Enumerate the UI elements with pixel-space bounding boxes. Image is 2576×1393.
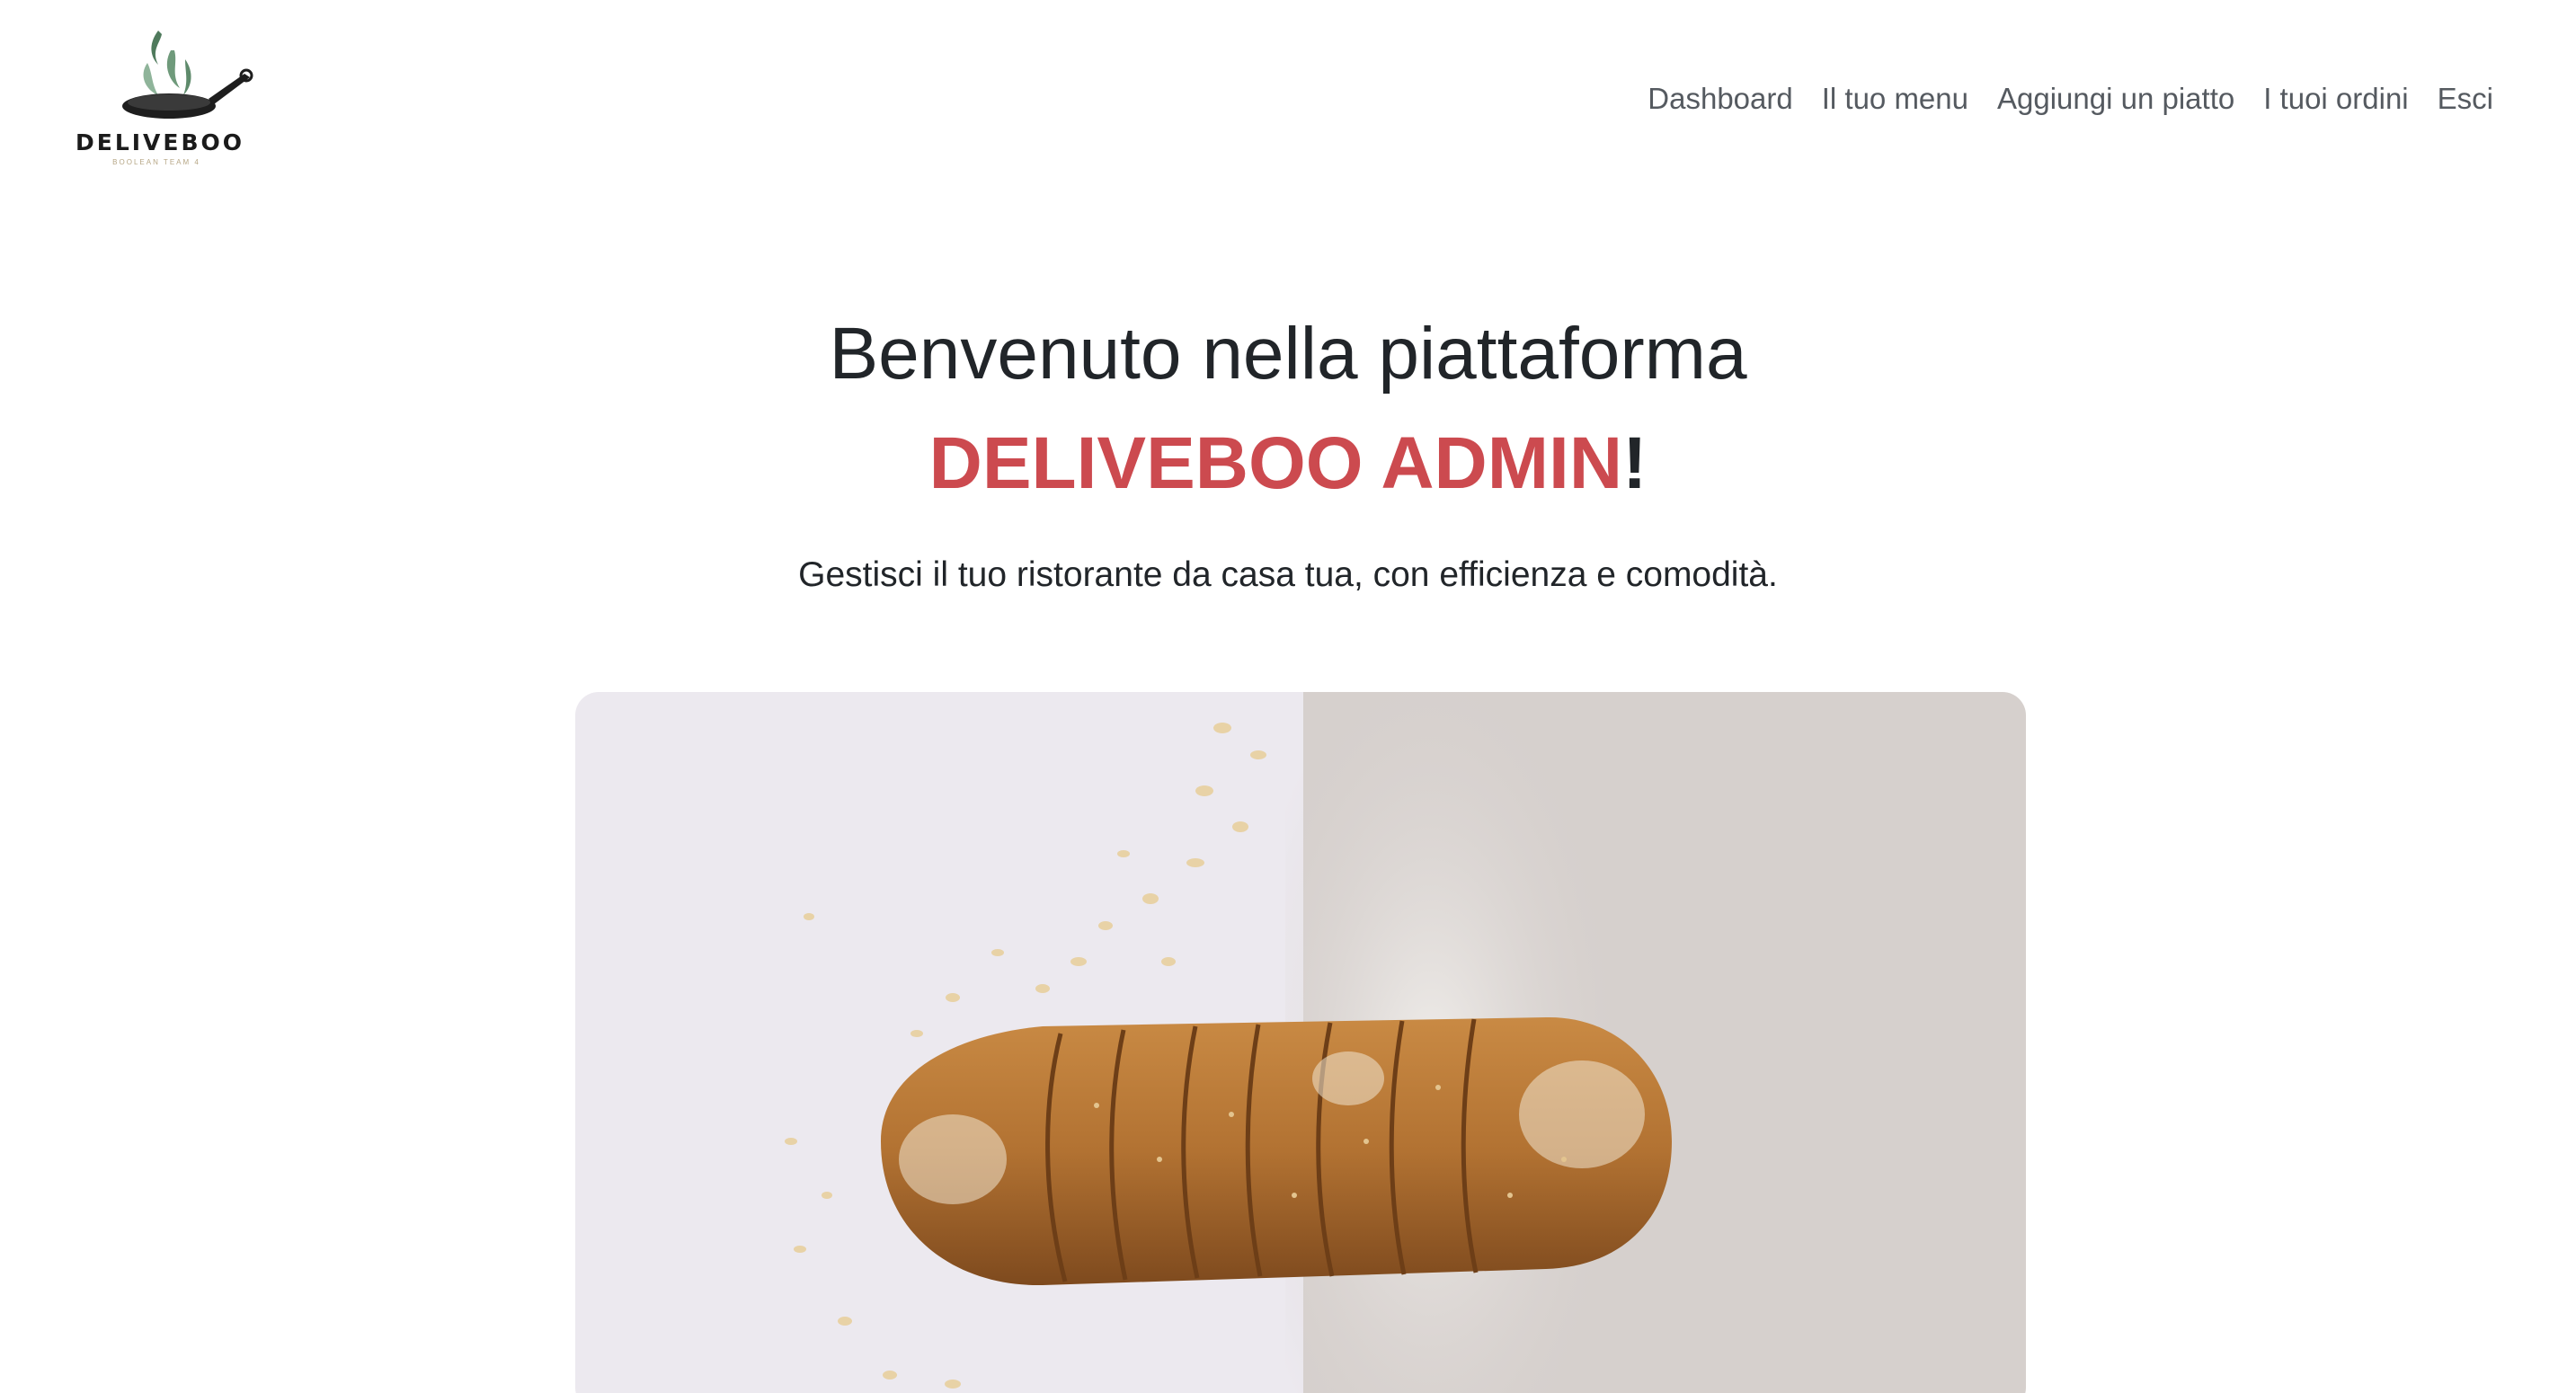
admin-home-page: DELIVEBOO BOOLEAN TEAM 4 Dashboard Il tu… (0, 0, 2576, 1393)
main-nav: Dashboard Il tuo menu Aggiungi un piatto… (1633, 77, 2508, 120)
hero-title: Benvenuto nella piattaforma (829, 313, 1747, 395)
nav-link-your-orders[interactable]: I tuoi ordini (2249, 77, 2422, 120)
brand-logo-link[interactable]: DELIVEBOO BOOLEAN TEAM 4 (76, 23, 264, 167)
hero-subtitle: Gestisci il tuo ristorante da casa tua, … (798, 555, 1778, 594)
hero-title-brand-line: DELIVEBOO ADMIN! (0, 415, 2576, 512)
logo-wordmark: DELIVEBOO (76, 129, 245, 155)
nav-link-your-menu[interactable]: Il tuo menu (1808, 77, 1983, 120)
nav-link-add-dish[interactable]: Aggiungi un piatto (1983, 77, 2249, 120)
logo-tagline: BOOLEAN TEAM 4 (112, 158, 200, 166)
nav-link-logout[interactable]: Esci (2423, 77, 2508, 120)
bread-illustration (575, 692, 2026, 1393)
hero-title-suffix: ! (1622, 422, 1648, 504)
pan-with-steam-icon (122, 31, 253, 119)
top-navbar: DELIVEBOO BOOLEAN TEAM 4 Dashboard Il tu… (0, 0, 2576, 189)
nav-link-dashboard[interactable]: Dashboard (1633, 77, 1807, 120)
hero-title-highlight: DELIVEBOO ADMIN (928, 422, 1623, 504)
sliced-bread-photo (575, 692, 2026, 1393)
